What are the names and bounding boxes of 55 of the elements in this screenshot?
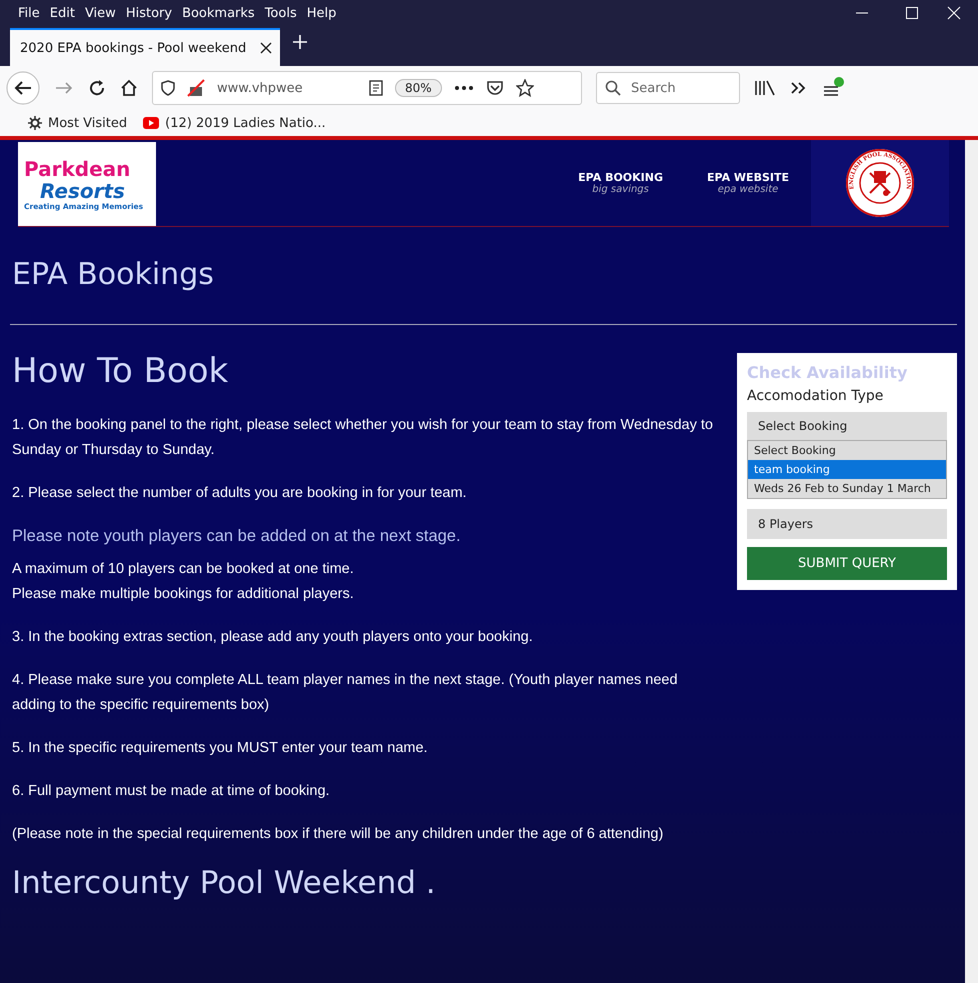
- menu-item[interactable]: Tools: [264, 6, 297, 20]
- pocket-icon[interactable]: [486, 80, 504, 96]
- close-icon[interactable]: [260, 42, 272, 54]
- reader-view-icon[interactable]: [369, 80, 383, 96]
- bookmark-item[interactable]: Most Visited: [28, 116, 128, 130]
- forward-icon[interactable]: [54, 80, 74, 96]
- more-icon[interactable]: [454, 85, 474, 91]
- zoom-level[interactable]: 80%: [395, 79, 442, 97]
- play-icon: [143, 117, 160, 129]
- menu-item[interactable]: Edit: [50, 6, 75, 20]
- instruction-text: Please make multiple bookings for additional players.: [12, 585, 355, 604]
- insecure-lock-icon: [187, 79, 205, 97]
- nav-link[interactable]: EPA BOOKING big savings: [556, 140, 686, 226]
- menu-icon[interactable]: [822, 77, 844, 99]
- dropdown-option[interactable]: team booking: [748, 460, 946, 479]
- library-icon[interactable]: [754, 80, 776, 96]
- browser-tab[interactable]: 2020 EPA bookings - Pool weekend: [10, 28, 280, 66]
- menu-item[interactable]: File: [18, 6, 40, 20]
- overflow-icon[interactable]: [790, 81, 808, 95]
- search-field[interactable]: Search: [596, 72, 740, 104]
- gear-icon: [28, 116, 42, 130]
- bookmark-item[interactable]: (12) 2019 Ladies Natio...: [143, 116, 326, 130]
- scrollbar[interactable]: [965, 140, 978, 983]
- field-label: Accomodation Type: [747, 388, 884, 404]
- url-text[interactable]: www.vhpwee: [217, 80, 357, 96]
- star-icon[interactable]: [516, 79, 534, 97]
- instruction-text: (Please note in the special requirements box if there will be any children under the age of 6 attending): [12, 825, 664, 844]
- booking-select[interactable]: Select Booking: [747, 412, 947, 440]
- section-heading: How To Book: [12, 351, 230, 391]
- instruction-text: A maximum of 10 players can be booked at one time.: [12, 560, 355, 579]
- instruction-text: 3. In the booking extras section, please add any youth players onto your booking.: [12, 628, 534, 647]
- section-heading: Intercounty Pool Weekend .: [12, 865, 437, 901]
- panel-title: Check Availability: [747, 363, 908, 382]
- instruction-text: 4. Please make sure you complete ALL team player names in the next stage. (Youth player names need adding to the specific requirements box): [12, 671, 679, 715]
- back-icon[interactable]: [6, 71, 40, 105]
- instruction-text: 5. In the specific requirements you MUST enter your team name.: [12, 739, 429, 758]
- dropdown-option[interactable]: Weds 26 Feb to Sunday 1 March: [748, 479, 946, 498]
- instruction-text: 2. Please select the number of adults you are booking in for your team.: [12, 484, 468, 503]
- instruction-text: 6. Full payment must be made at time of booking.: [12, 782, 331, 801]
- search-icon: [605, 80, 621, 96]
- home-icon[interactable]: [120, 79, 138, 97]
- page-title: EPA Bookings: [12, 257, 215, 292]
- players-select[interactable]: 8 Players: [747, 509, 947, 539]
- menu-item[interactable]: Help: [306, 6, 336, 20]
- menu-item[interactable]: Bookmarks: [182, 6, 255, 20]
- instruction-text: 1. On the booking panel to the right, please select whether you wish for your team to stay from Wednesday to Sunday or Thursday to Sunday.: [12, 416, 714, 460]
- reload-icon[interactable]: [88, 79, 106, 97]
- shield-icon: [161, 80, 175, 96]
- dropdown-option[interactable]: Select Booking: [748, 441, 946, 460]
- menu-item[interactable]: View: [84, 6, 116, 20]
- nav-link[interactable]: EPA WEBSITE epa website: [685, 140, 811, 226]
- menu-item[interactable]: History: [126, 6, 172, 20]
- note-heading: Please note youth players can be added on at the next stage.: [12, 526, 462, 547]
- submit-button[interactable]: SUBMIT QUERY: [747, 547, 947, 580]
- new-tab-icon[interactable]: [292, 34, 308, 50]
